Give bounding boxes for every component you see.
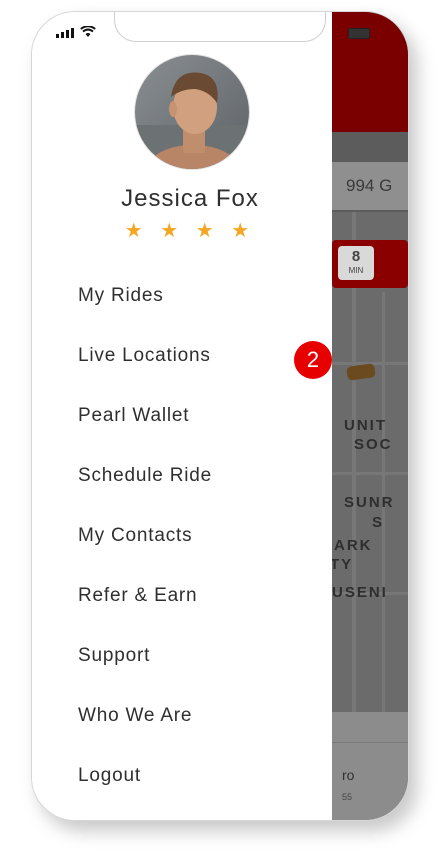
eta-value: 8: [351, 248, 361, 265]
background-bottom-panel: ro 55: [332, 712, 408, 820]
menu-item-who-we-are[interactable]: Who We Are: [78, 686, 338, 746]
rating-stars: ★ ★ ★ ★: [124, 220, 256, 242]
menu-item-my-contacts[interactable]: My Contacts: [78, 506, 338, 566]
menu-item-support[interactable]: Support: [78, 626, 338, 686]
bottom-subtitle: 55: [342, 792, 353, 802]
signal-icon: [56, 28, 74, 38]
map-label: UNIT: [344, 417, 387, 434]
eta-chip: 8 MIN: [338, 246, 374, 280]
eta-unit: MIN: [348, 266, 364, 275]
map-label: USENI: [332, 584, 388, 601]
menu-item-schedule-ride[interactable]: Schedule Ride: [78, 446, 338, 506]
menu-item-my-rides[interactable]: My Rides: [78, 266, 338, 326]
profile-name: Jessica Fox: [121, 185, 259, 212]
background-header: [332, 12, 408, 132]
phone-frame: 994 G 8 MIN UNIT SOC SUNR S ARK TY USENI…: [31, 11, 409, 821]
avatar[interactable]: [134, 54, 250, 170]
background-app: 994 G 8 MIN UNIT SOC SUNR S ARK TY USENI…: [332, 12, 408, 820]
battery-icon: [348, 28, 370, 39]
status-bar: [56, 26, 96, 38]
bottom-title: ro: [342, 767, 355, 783]
menu-item-logout[interactable]: Logout: [78, 746, 338, 806]
menu-item-refer-earn[interactable]: Refer & Earn: [78, 566, 338, 626]
map-label: ARK: [334, 537, 373, 554]
background-eta-box: 8 MIN: [332, 240, 408, 288]
menu-item-pearl-wallet[interactable]: Pearl Wallet: [78, 386, 338, 446]
notification-badge: 2: [294, 341, 332, 379]
navigation-drawer: Jessica Fox ★ ★ ★ ★ My Rides Live Locati…: [32, 12, 332, 820]
map-label: SUNR: [344, 494, 395, 511]
map-label: S: [372, 514, 385, 531]
device-notch: [114, 12, 326, 42]
map-label: SOC: [354, 436, 393, 453]
wifi-icon: [80, 26, 96, 37]
